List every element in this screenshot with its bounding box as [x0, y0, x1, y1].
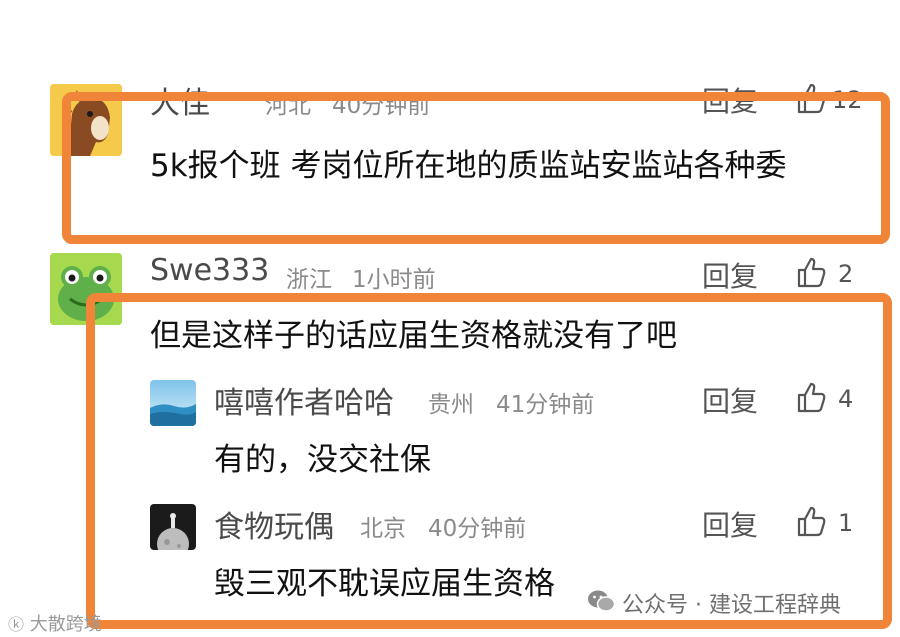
comment-username[interactable]: Swe333: [150, 253, 269, 288]
corner-logo-icon: ⓚ: [8, 615, 25, 634]
corner-watermark-text: 大散跨境: [29, 614, 102, 635]
corner-watermark: ⓚ 大散跨境: [8, 610, 102, 636]
thumbs-up-icon[interactable]: [796, 256, 826, 288]
wechat-icon: [588, 590, 616, 612]
wechat-account-watermark: 公众号 · 建设工程辞典: [622, 593, 841, 618]
comment-time: 1小时前: [352, 267, 436, 293]
like-count: 2: [838, 260, 854, 288]
screenshot-crop-edge: [0, 0, 900, 84]
highlight-box-comment-1: [62, 92, 890, 244]
highlight-box-comment-2-thread: [86, 293, 892, 629]
comment-location: 浙江: [286, 267, 332, 293]
reply-button[interactable]: 回复: [702, 255, 758, 295]
